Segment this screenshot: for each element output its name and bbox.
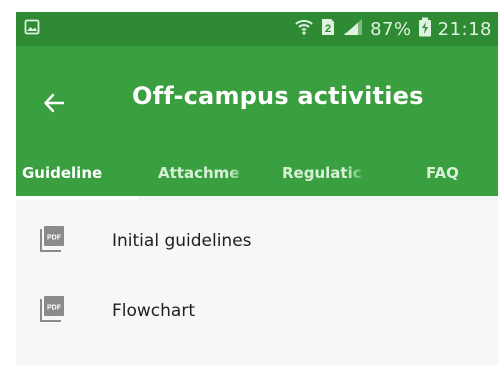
list-item[interactable]: PDF Flowchart bbox=[16, 282, 498, 340]
app-screen: 2 87% 21:18 Off-campus activities Guidel… bbox=[16, 12, 498, 365]
arrow-left-icon bbox=[43, 92, 65, 118]
pdf-icon: PDF bbox=[40, 226, 64, 252]
list-item[interactable]: PDF Initial guidelines bbox=[16, 212, 498, 270]
tab-label: Regulatic bbox=[282, 164, 362, 182]
signal-icon bbox=[342, 18, 364, 41]
wifi-icon bbox=[294, 18, 314, 41]
document-list: PDF Initial guidelines PDF Flowchart bbox=[16, 200, 498, 365]
sim-2-icon: 2 bbox=[320, 18, 336, 41]
list-item-label: Initial guidelines bbox=[112, 231, 252, 251]
svg-text:2: 2 bbox=[325, 23, 331, 35]
tab-label: Attachme bbox=[158, 164, 240, 182]
tab-fade bbox=[106, 150, 128, 196]
battery-percent: 87% bbox=[370, 18, 412, 40]
page-title: Off-campus activities bbox=[132, 82, 424, 110]
svg-text:PDF: PDF bbox=[47, 305, 62, 312]
clock: 21:18 bbox=[437, 18, 492, 40]
tab-guidelines[interactable]: Guideline bbox=[22, 150, 128, 196]
status-icons: 2 87% 21:18 bbox=[294, 16, 492, 42]
battery-charging-icon bbox=[418, 17, 432, 42]
pdf-icon: PDF bbox=[40, 296, 64, 322]
tab-bar: Guideline Attachme Regulatic FAQ bbox=[16, 150, 498, 196]
list-item-label: Flowchart bbox=[112, 301, 195, 321]
svg-text:PDF: PDF bbox=[47, 235, 62, 242]
tab-regulations[interactable]: Regulatic bbox=[282, 150, 368, 196]
tab-label: FAQ bbox=[426, 164, 459, 182]
tab-faq[interactable]: FAQ bbox=[426, 150, 486, 196]
back-button[interactable] bbox=[36, 87, 72, 123]
tab-label: Guideline bbox=[22, 164, 103, 182]
tab-attachments[interactable]: Attachme bbox=[158, 150, 250, 196]
status-bar: 2 87% 21:18 bbox=[16, 12, 498, 46]
image-icon bbox=[24, 19, 40, 35]
